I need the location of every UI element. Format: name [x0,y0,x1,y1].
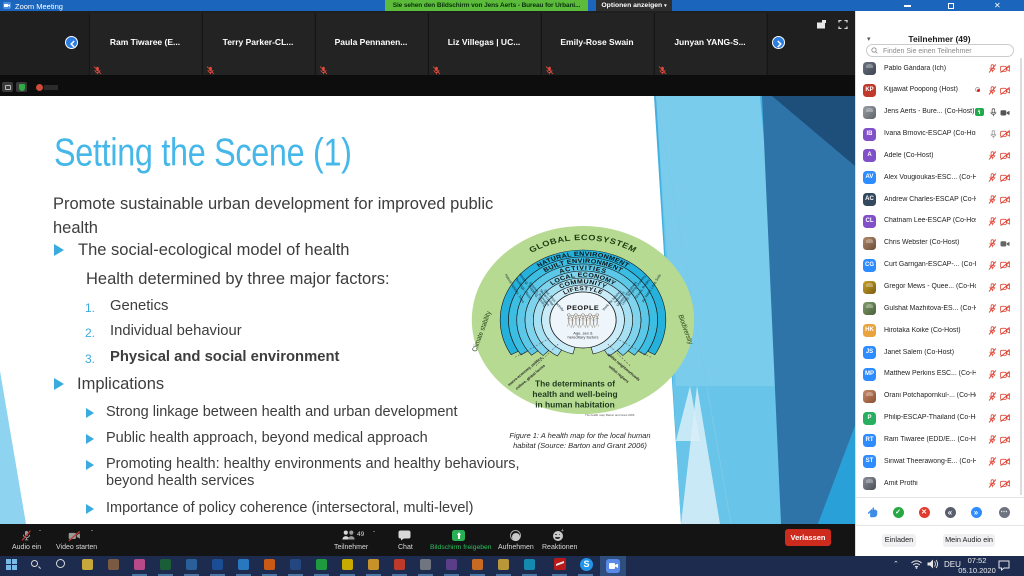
svg-text:The determinants of: The determinants of [535,379,615,389]
svg-text:health and well-being: health and well-being [532,389,617,399]
svg-text:PEOPLE: PEOPLE [567,305,600,311]
svg-text:The health map: Barton and Gra: The health map: Barton and Grant 2006 [585,413,635,417]
svg-text:in human habitation: in human habitation [535,400,615,410]
svg-text:hereditary factors: hereditary factors [567,336,598,340]
